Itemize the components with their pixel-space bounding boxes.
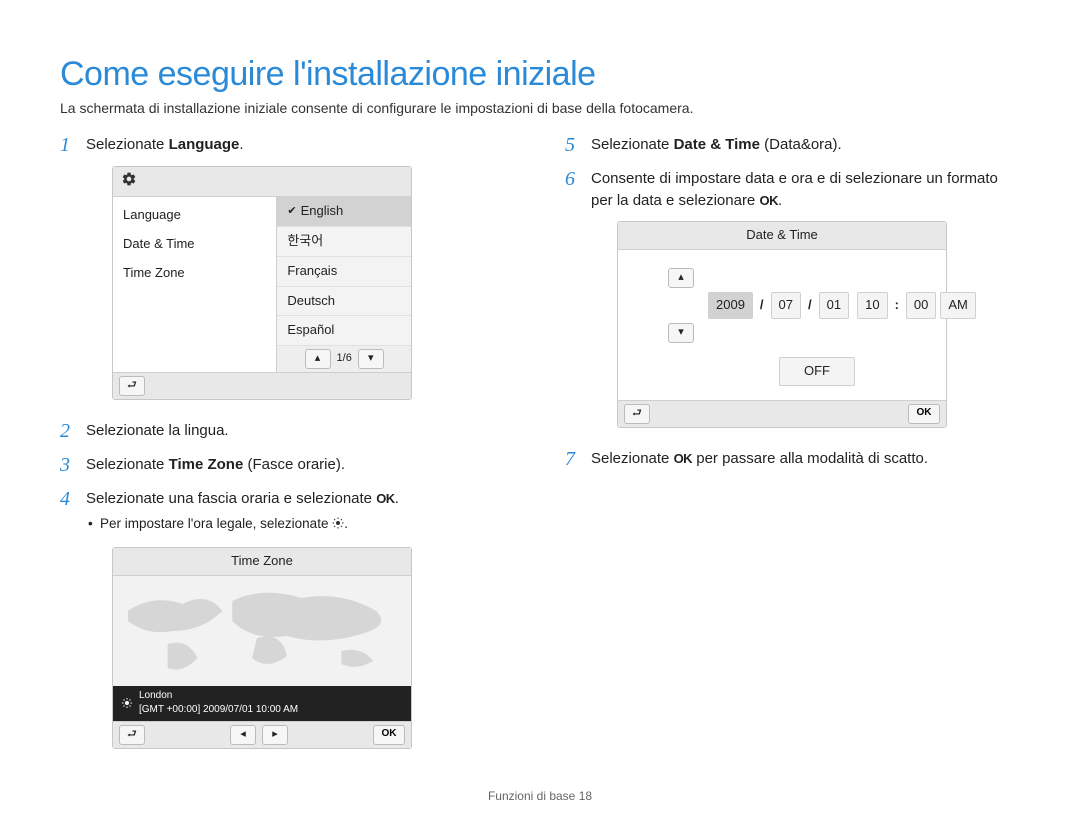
left-column: 1 Selezionate Language. Language D	[60, 134, 515, 769]
value-up-button[interactable]: ▴	[668, 268, 694, 288]
screen-title: Date & Time	[626, 226, 938, 245]
step-bold: Time Zone	[169, 456, 244, 473]
world-map[interactable]	[113, 576, 411, 686]
date-sep: /	[805, 296, 815, 315]
language-option-english[interactable]: ✔ English	[277, 197, 411, 227]
step-text: (Data&ora).	[760, 136, 842, 153]
ok-button[interactable]: OK	[373, 725, 405, 745]
dst-icon[interactable]	[121, 697, 133, 709]
sun-icon	[332, 515, 344, 527]
prev-button[interactable]: ◂	[230, 725, 256, 745]
page-subtitle: La schermata di installazione iniziale c…	[60, 100, 1020, 116]
language-option-german[interactable]: Deutsch	[277, 287, 411, 317]
time-sep: :	[892, 296, 902, 315]
step-text: per passare alla modalità di scatto.	[692, 450, 928, 467]
check-icon: ✔	[287, 204, 296, 220]
page-indicator: 1/6	[337, 351, 352, 367]
menu-item-language[interactable]: Language	[113, 201, 276, 230]
hour-cell[interactable]: 10	[857, 292, 887, 319]
language-option-french[interactable]: Français	[277, 257, 411, 287]
minute-cell[interactable]: 00	[906, 292, 936, 319]
timezone-screen: Time Zone	[112, 547, 412, 749]
step-text: Selezionate	[591, 450, 674, 467]
step-text: Consente di impostare data e ora e di se…	[591, 170, 998, 209]
step-text: .	[395, 490, 399, 507]
day-cell[interactable]: 01	[819, 292, 849, 319]
language-list: ✔ English 한국어 Français Deutsch Español ▴…	[276, 197, 411, 372]
screen-title: Time Zone	[121, 552, 403, 571]
tz-city: London	[139, 690, 172, 701]
back-button[interactable]: ⮐	[624, 404, 650, 424]
step-number: 6	[565, 165, 575, 194]
next-button[interactable]: ▸	[262, 725, 288, 745]
footer-page-number: 18	[579, 789, 592, 803]
step-number: 1	[60, 131, 70, 160]
page-down-button[interactable]: ▾	[358, 349, 384, 369]
language-screen: Language Date & Time Time Zone ✔ English…	[112, 166, 412, 401]
datetime-screen: Date & Time ▴ ▴	[617, 221, 947, 428]
step-1: 1 Selezionate Language. Language D	[60, 134, 515, 400]
menu-item-datetime[interactable]: Date & Time	[113, 230, 276, 259]
step-text: (Fasce orarie).	[243, 456, 345, 473]
step-text: .	[239, 136, 243, 153]
footer-label: Funzioni di base	[488, 789, 579, 803]
step-text: Selezionate	[591, 136, 674, 153]
step-2: 2 Selezionate la lingua.	[60, 420, 515, 442]
step-5: 5 Selezionate Date & Time (Data&ora).	[565, 134, 1020, 156]
step-text: Selezionate una fascia oraria e selezion…	[86, 490, 376, 507]
back-button[interactable]: ⮐	[119, 725, 145, 745]
gear-icon	[121, 171, 137, 192]
step-text: .	[778, 192, 782, 209]
ampm-cell[interactable]: AM	[940, 292, 976, 319]
month-cell[interactable]: 07	[771, 292, 801, 319]
step-text: Selezionate	[86, 136, 169, 153]
sub-text: Per impostare l'ora legale, selezionate	[100, 516, 332, 531]
ok-button[interactable]: OK	[908, 404, 940, 424]
language-option-label: English	[301, 202, 344, 221]
right-column: 5 Selezionate Date & Time (Data&ora). 6 …	[565, 134, 1020, 769]
ok-text: OK	[376, 491, 395, 506]
date-sep: /	[757, 296, 767, 315]
language-option-korean[interactable]: 한국어	[277, 227, 411, 257]
tz-detail: [GMT +00:00] 2009/07/01 10:00 AM	[139, 704, 298, 715]
step-number: 7	[565, 445, 575, 474]
step-6: 6 Consente di impostare data e ora e di …	[565, 168, 1020, 428]
step-text: Selezionate	[86, 456, 169, 473]
step-number: 2	[60, 417, 70, 446]
step-number: 3	[60, 451, 70, 480]
language-option-spanish[interactable]: Español	[277, 316, 411, 346]
page-up-button[interactable]: ▴	[305, 349, 331, 369]
step-3: 3 Selezionate Time Zone (Fasce orarie).	[60, 454, 515, 476]
year-cell[interactable]: 2009	[708, 292, 753, 319]
step-number: 5	[565, 131, 575, 160]
page-title: Come eseguire l'installazione iniziale	[60, 55, 1020, 94]
format-off-button[interactable]: OFF	[779, 357, 855, 386]
settings-menu: Language Date & Time Time Zone	[113, 197, 276, 372]
value-down-button[interactable]: ▾	[668, 323, 694, 343]
step-4: 4 Selezionate una fascia oraria e selezi…	[60, 488, 515, 749]
page-footer: Funzioni di base 18	[60, 769, 1020, 803]
ok-text: OK	[674, 451, 693, 466]
ok-text: OK	[759, 193, 778, 208]
step-4-sub: Per impostare l'ora legale, selezionate …	[100, 514, 515, 534]
step-bold: Date & Time	[674, 136, 760, 153]
step-text: Selezionate la lingua.	[86, 422, 229, 439]
back-button[interactable]: ⮐	[119, 376, 145, 396]
step-7: 7 Selezionate OK per passare alla modali…	[565, 448, 1020, 470]
step-bold: Language	[169, 136, 240, 153]
step-number: 4	[60, 485, 70, 514]
menu-item-timezone[interactable]: Time Zone	[113, 259, 276, 288]
